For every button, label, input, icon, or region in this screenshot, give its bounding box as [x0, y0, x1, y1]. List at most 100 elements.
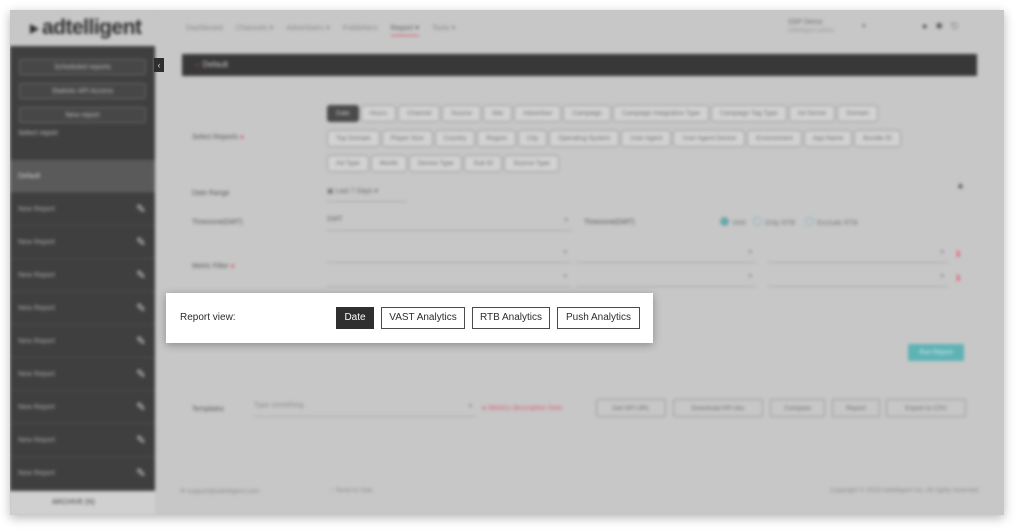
chevron-down-icon: ▾: [748, 273, 752, 280]
dimension-chip[interactable]: Region: [477, 130, 516, 147]
metric-value-select-2[interactable]: ▾: [768, 272, 948, 287]
metric-operator-select[interactable]: ▾: [576, 248, 756, 263]
action-button[interactable]: Get API URL: [596, 399, 666, 417]
api-access-label: Statistic API Access: [51, 88, 114, 95]
sidebar-item-report[interactable]: New Report ✎: [10, 424, 155, 457]
dimension-chip[interactable]: Sub ID: [464, 155, 503, 172]
dimension-chip[interactable]: Environment: [747, 130, 802, 147]
metric-field-select-2[interactable]: ▾: [327, 272, 571, 287]
nav-item[interactable]: Advertisers ▾: [286, 23, 329, 32]
sidebar-collapse-icon[interactable]: ‹: [154, 58, 164, 72]
action-button[interactable]: Compare: [770, 399, 825, 417]
support-email[interactable]: ✉ support@adtelligent.com: [180, 487, 259, 495]
delete-icon[interactable]: ▮: [956, 249, 960, 258]
dimension-chip[interactable]: Top Domain: [327, 130, 380, 147]
dimension-chip[interactable]: Bundle ID: [854, 130, 901, 147]
action-button[interactable]: Export to CSV: [886, 399, 966, 417]
delete-icon[interactable]: ▮: [956, 273, 960, 282]
view-rtb-analytics-button[interactable]: RTB Analytics: [472, 307, 550, 329]
archive-link[interactable]: ARCHIVE (N): [10, 491, 155, 515]
radio-var[interactable]: VAR: [720, 217, 746, 227]
nav-item[interactable]: Tools ▾: [432, 23, 455, 32]
edit-icon[interactable]: ✎: [136, 358, 146, 391]
sidebar-item-label: New Report: [18, 404, 55, 411]
dimension-chip[interactable]: Source Type: [504, 155, 559, 172]
dimension-chip[interactable]: Hours: [360, 105, 397, 122]
dimension-chip[interactable]: Player Size: [381, 130, 433, 147]
dimension-chip[interactable]: Domain: [837, 105, 878, 122]
dimension-chip[interactable]: Operating System: [549, 130, 620, 147]
sidebar-item-report[interactable]: New Report ✎: [10, 259, 155, 292]
run-report-button[interactable]: Run Report: [908, 344, 964, 361]
view-vast-analytics-button[interactable]: VAST Analytics: [381, 307, 465, 329]
sidebar-item-label: New Report: [18, 437, 55, 444]
chevron-down-icon[interactable]: ▾: [862, 22, 866, 30]
dimension-chip[interactable]: Campaign: [563, 105, 612, 122]
metric-operator-select-2[interactable]: ▾: [576, 272, 756, 287]
radio-exclude-rtb[interactable]: Exclude RTB: [805, 217, 858, 227]
api-access-button[interactable]: Statistic API Access: [19, 83, 146, 99]
edit-icon[interactable]: ✎: [136, 424, 146, 457]
user-menu[interactable]: SSP Demo Adtelligent admin: [788, 18, 834, 36]
dimension-chip[interactable]: Ad Type: [327, 155, 369, 172]
dimension-chip[interactable]: Campaign Tag Type: [710, 105, 787, 122]
metrics-description-text: Metrics description here: [488, 405, 563, 412]
dimension-chip[interactable]: Source: [442, 105, 481, 122]
chat-link[interactable]: ◌ Send to chat: [330, 487, 372, 494]
dimension-chip[interactable]: Date: [327, 105, 359, 122]
sidebar-item-report[interactable]: New Report ✎: [10, 391, 155, 424]
dimension-chip[interactable]: Country: [434, 130, 476, 147]
metric-field-select[interactable]: ▾: [327, 248, 571, 263]
edit-icon[interactable]: ✎: [136, 193, 146, 226]
new-report-button[interactable]: New report: [19, 107, 146, 123]
sidebar-item-report[interactable]: New Report ✎: [10, 457, 155, 490]
dimension-chip[interactable]: City: [517, 130, 548, 147]
radio-label: Only RTB: [765, 220, 796, 227]
sidebar-item-report[interactable]: New Report ✎: [10, 292, 155, 325]
bell-icon[interactable]: ●: [922, 21, 935, 31]
view-date-button[interactable]: Date: [336, 307, 374, 329]
sidebar-item-report[interactable]: Default: [10, 160, 155, 193]
timezone-value: GMT: [327, 216, 343, 223]
dimension-chip[interactable]: User Agent: [621, 130, 672, 147]
dimension-chip[interactable]: Site: [482, 105, 513, 122]
templates-select[interactable]: Type something ▾: [254, 402, 476, 417]
gear-icon[interactable]: ✱: [935, 21, 951, 31]
dimension-chip[interactable]: Month: [370, 155, 407, 172]
sidebar-item-report[interactable]: New Report ✎: [10, 193, 155, 226]
nav-item[interactable]: Publishers: [343, 23, 378, 32]
back-icon[interactable]: ‹: [196, 60, 199, 69]
report-view-popup: Report view: Date VAST Analytics RTB Ana…: [166, 293, 653, 343]
sidebar-item-report[interactable]: New Report ✎: [10, 358, 155, 391]
edit-icon[interactable]: ✎: [136, 457, 146, 490]
edit-icon[interactable]: ✎: [136, 292, 146, 325]
dimension-chip[interactable]: User Agent Device: [673, 130, 746, 147]
metric-value-select[interactable]: ▾: [768, 248, 948, 263]
nav-item[interactable]: Dashboard: [186, 23, 223, 32]
select-report-label: Select report: [18, 130, 58, 137]
dimension-chip[interactable]: App Name: [803, 130, 853, 147]
nav-item[interactable]: Report ▾: [390, 23, 419, 36]
edit-icon[interactable]: ✎: [136, 325, 146, 358]
dimension-chip[interactable]: Channel: [398, 105, 441, 122]
logout-icon[interactable]: ⎋: [951, 21, 966, 31]
radio-only-rtb[interactable]: Only RTB: [753, 217, 795, 227]
edit-icon[interactable]: ✎: [136, 259, 146, 292]
scheduled-reports-button[interactable]: Scheduled reports: [19, 59, 146, 75]
date-range-select[interactable]: ▣ Last 7 Days ▾: [327, 187, 407, 202]
collapse-icon[interactable]: ▲: [956, 180, 965, 190]
dimension-chip[interactable]: Campaign Integration Type: [613, 105, 709, 122]
dimension-chip[interactable]: Device Type: [408, 155, 463, 172]
action-button[interactable]: Report: [832, 399, 880, 417]
metrics-description-link[interactable]: ● Metrics description here: [482, 405, 563, 412]
dimension-chip[interactable]: Ad Server: [788, 105, 836, 122]
view-push-analytics-button[interactable]: Push Analytics: [557, 307, 640, 329]
action-button[interactable]: Download API doc: [673, 399, 763, 417]
sidebar-item-report[interactable]: New Report ✎: [10, 226, 155, 259]
edit-icon[interactable]: ✎: [136, 391, 146, 424]
edit-icon[interactable]: ✎: [136, 226, 146, 259]
dimension-chip[interactable]: Advertiser: [514, 105, 562, 122]
sidebar-item-report[interactable]: New Report ✎: [10, 325, 155, 358]
nav-item[interactable]: Channels ▾: [236, 23, 274, 32]
timezone-select[interactable]: GMT ▾: [327, 216, 572, 231]
